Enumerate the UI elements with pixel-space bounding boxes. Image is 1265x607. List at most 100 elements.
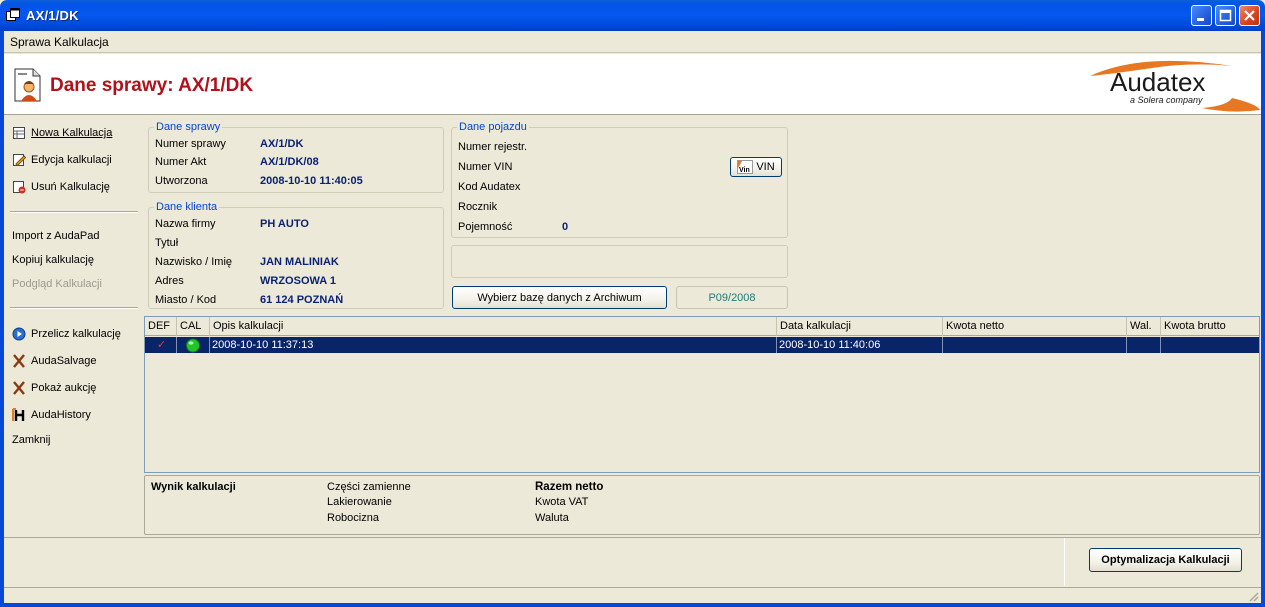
column-header-kwota-brutto[interactable]: Kwota brutto [1161,317,1259,336]
footer: Optymalizacja Kalkulacji [4,537,1261,587]
sidebar-item-label: Zamknij [12,434,51,446]
maximize-button[interactable] [1215,5,1236,26]
label-nazwa-firmy: Nazwa firmy [155,218,216,230]
sidebar-item-pokaz-aukcje[interactable]: Pokaż aukcję [12,379,96,397]
vin-icon: Vin [737,160,754,174]
label-numer-vin: Numer VIN [458,161,513,173]
label-adres: Adres [155,275,184,287]
label-tytul: Tytuł [155,237,179,249]
period-field: P09/2008 [676,286,788,309]
case-document-icon [14,68,41,102]
group-dane-klienta: Dane klienta Nazwa firmy PH AUTO Tytuł N… [148,201,444,309]
sidebar-item-label: Edycja kalkulacji [31,154,112,166]
cell-opis: 2008-10-10 11:37:13 [210,337,777,353]
column-header-cal[interactable]: CAL [177,317,210,336]
value-numer-akt: AX/1/DK/08 [260,156,319,168]
audatex-logo: Audatex a Solera company [1090,60,1260,112]
sidebar-item-label: AudaHistory [31,409,91,421]
label-rocznik: Rocznik [458,201,498,213]
sidebar-item-label: Import z AudaPad [12,230,100,242]
sidebar-item-label: Usuń Kalkulację [31,181,110,193]
label-numer-akt: Numer Akt [155,156,207,168]
group-dane-pojazdu: Dane pojazdu Numer rejestr. Numer VIN Ko… [451,121,788,238]
delete-document-icon [12,180,26,194]
sidebar-item-label: Pokaż aukcję [31,382,97,394]
table-icon [12,126,26,140]
footer-divider [1064,538,1065,586]
sidebar-item-usun-kalkulacje[interactable]: Usuń Kalkulację [12,178,110,196]
sidebar-item-przelicz-kalkulacje[interactable]: Przelicz kalkulację [12,325,121,343]
minimize-button[interactable] [1191,5,1212,26]
window-frame-right [1261,31,1265,607]
cell-kwota-netto [943,337,1127,353]
cell-data: 2008-10-10 11:40:06 [777,337,943,353]
label-numer-sprawy: Numer sprawy [155,138,226,150]
label-pojemnosc: Pojemność [458,221,513,233]
result-kwota-vat: Kwota VAT [535,496,589,508]
column-header-opis[interactable]: Opis kalkulacji [210,317,777,336]
vin-button-label: VIN [756,161,775,173]
sidebar-item-label: Kopiuj kalkulację [12,254,94,266]
menu-bar: Sprawa Kalkulacja [4,31,1261,53]
sidebar-item-audahistory[interactable]: AudaHistory [12,406,91,424]
group-legend: Dane sprawy [154,121,223,133]
cell-cal [177,337,210,353]
calculation-result-panel: Wynik kalkulacji Części zamienne Lakiero… [144,475,1260,535]
sidebar-item-label: Podgląd Kalkulacji [12,278,102,290]
menu-kalkulacja[interactable]: Kalkulacja [54,35,109,49]
edit-icon [12,153,27,167]
sidebar-item-edycja-kalkulacji[interactable]: Edycja kalkulacji [12,151,112,169]
sidebar-item-label: Przelicz kalkulację [31,328,121,340]
sidebar-item-kopiuj-kalkulacje[interactable]: Kopiuj kalkulację [12,251,94,269]
sidebar-item-import-audapad[interactable]: Import z AudaPad [12,227,99,245]
sidebar-item-label: Nowa Kalkulacja [31,127,113,139]
sidebar-divider [10,211,138,213]
page-title: Dane sprawy: AX/1/DK [50,75,254,96]
label-numer-rejestr: Numer rejestr. [458,141,528,153]
column-header-kwota-netto[interactable]: Kwota netto [943,317,1127,336]
window-title: AX/1/DK [26,8,79,23]
label-utworzona: Utworzona [155,175,208,187]
table-row[interactable]: ✓ 2008-10-10 11:37:13 2008-10-10 11:40:0… [145,337,1259,353]
result-razem-netto: Razem netto [535,481,604,493]
header: Dane sprawy: AX/1/DK Audatex a Solera co… [4,54,1261,115]
value-numer-sprawy: AX/1/DK [260,138,304,150]
title-bar: AX/1/DK [0,0,1265,31]
logo-subtext: a Solera company [1130,95,1203,105]
value-utworzona: 2008-10-10 11:40:05 [260,175,363,187]
value-miasto-kod: 61 124 POZNAŃ [260,294,344,306]
result-waluta: Waluta [535,512,569,524]
svg-text:Vin: Vin [739,167,750,174]
app-window-icon [6,8,20,21]
label-nazwisko-imie: Nazwisko / Imię [155,256,233,268]
info-panel [451,245,788,278]
group-legend: Dane pojazdu [457,121,529,133]
archive-database-button-label: Wybierz bazę danych z Archiwum [477,291,642,304]
sidebar: Nowa Kalkulacja Edycja kalkulacji Usuń K… [4,116,142,536]
close-window-button[interactable] [1239,5,1260,26]
cell-kwota-brutto [1161,337,1259,353]
group-legend: Dane klienta [154,201,220,213]
optymalizacja-kalkulacji-button[interactable]: Optymalizacja Kalkulacji [1089,548,1242,572]
cell-wal [1127,337,1161,353]
archive-database-button[interactable]: Wybierz bazę danych z Archiwum [452,286,667,309]
result-title: Wynik kalkulacji [151,481,236,493]
resize-grip-icon[interactable] [1247,590,1259,602]
sidebar-item-label: AudaSalvage [31,355,97,367]
vin-button[interactable]: Vin VIN [730,157,782,177]
sidebar-item-nowa-kalkulacja[interactable]: Nowa Kalkulacja [12,124,112,142]
table-header: DEF CAL Opis kalkulacji Data kalkulacji … [145,317,1259,336]
column-header-wal[interactable]: Wal. [1127,317,1161,336]
result-lakierowanie: Lakierowanie [327,496,392,508]
logo-text: Audatex [1110,67,1205,97]
value-pojemnosc: 0 [562,221,569,233]
sidebar-item-zamknij[interactable]: Zamknij [12,431,51,449]
column-header-data[interactable]: Data kalkulacji [777,317,943,336]
result-robocizna: Robocizna [327,512,379,524]
label-kod-audatex: Kod Audatex [458,181,521,193]
sidebar-item-audasalvage[interactable]: AudaSalvage [12,352,96,370]
period-value: P09/2008 [708,291,756,304]
column-header-def[interactable]: DEF [145,317,177,336]
menu-sprawa[interactable]: Sprawa [10,35,51,49]
status-bar [4,587,1261,603]
